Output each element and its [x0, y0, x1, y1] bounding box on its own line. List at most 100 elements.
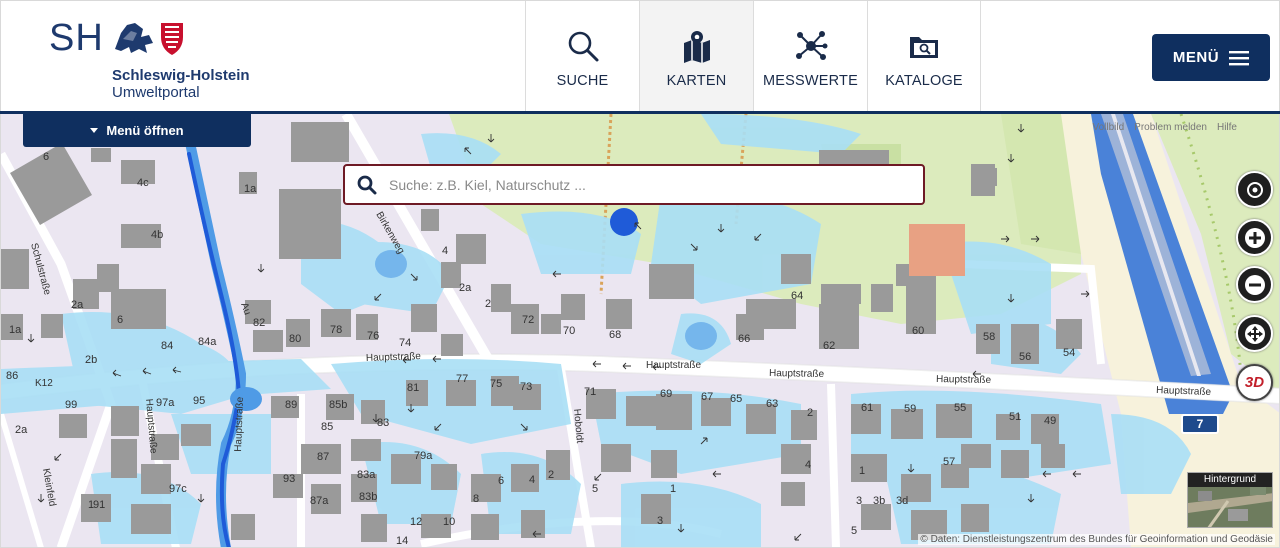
- house-number: 4: [442, 245, 448, 257]
- house-number: 51: [1009, 411, 1021, 423]
- house-number: 4c: [137, 177, 149, 189]
- logo[interactable]: SH Schleswig-Holstein Umweltportal: [49, 17, 259, 103]
- street-label: Hauptstraße: [233, 396, 246, 452]
- open-menu-label: Menü öffnen: [106, 123, 184, 138]
- nav-measurements[interactable]: MESSWERTE: [753, 1, 867, 112]
- house-number: 72: [522, 314, 534, 326]
- nav-search-label: SUCHE: [556, 73, 609, 89]
- house-number: 89: [285, 399, 297, 411]
- road-number-badge: 7: [1181, 414, 1219, 434]
- search-icon: [357, 175, 377, 194]
- house-number: 91: [93, 499, 105, 511]
- attribution: © Daten: Dienstleistungszentrum des Bund…: [918, 534, 1275, 545]
- logo-sh: SH: [49, 17, 104, 59]
- pond-3: [685, 322, 717, 350]
- menu-button-label: MENÜ: [1172, 49, 1220, 66]
- pond-4: [375, 250, 407, 278]
- house-number: 97a: [156, 397, 175, 409]
- site-header: SH Schleswig-Holstein Umweltportal SUCHE: [0, 0, 1280, 112]
- house-number: 2: [485, 298, 491, 310]
- house-number: 97c: [169, 483, 187, 495]
- zoom-out-button[interactable]: [1236, 266, 1273, 303]
- house-number: 81: [407, 382, 419, 394]
- plus-icon: [1244, 227, 1265, 248]
- house-number: 85: [321, 421, 333, 433]
- hamburger-icon: [1229, 50, 1250, 65]
- background-label: Hintergrund: [1188, 473, 1272, 487]
- house-number: 82: [253, 317, 265, 329]
- house-number: 70: [563, 325, 575, 337]
- menu-button[interactable]: MENÜ: [1152, 34, 1270, 81]
- house-number: 66: [738, 333, 750, 345]
- house-number: 2b: [85, 354, 97, 366]
- house-number: 78: [330, 324, 342, 336]
- house-number: 4b: [151, 229, 163, 241]
- house-number: 49: [1044, 415, 1056, 427]
- house-number: 55: [954, 402, 966, 414]
- street-label: Hauptstraße: [936, 374, 992, 386]
- map-top-links: Vollbild Problem melden Hilfe: [1092, 122, 1237, 133]
- fullscreen-link[interactable]: Vollbild: [1092, 122, 1124, 133]
- nav-maps-label: KARTEN: [666, 73, 727, 89]
- map-icon: [683, 31, 710, 63]
- report-problem-link[interactable]: Problem melden: [1134, 122, 1207, 133]
- house-number: 4: [529, 474, 535, 486]
- house-number: 1: [859, 465, 865, 477]
- house-number: 84a: [198, 336, 217, 348]
- background-layer-switcher[interactable]: Hintergrund: [1187, 472, 1273, 528]
- highlighted-building: [909, 224, 965, 276]
- move-icon: [1244, 323, 1265, 344]
- locate-button[interactable]: [1236, 171, 1273, 208]
- logo-subtitle: Umweltportal: [112, 84, 200, 101]
- house-number: 75: [490, 378, 502, 390]
- street-label: K12: [35, 378, 53, 389]
- nav-catalogs[interactable]: KATALOGE: [867, 1, 981, 112]
- search-input[interactable]: [389, 176, 909, 193]
- house-number: 58: [983, 331, 995, 343]
- coat-of-arms-icon: [115, 23, 183, 55]
- house-number: 73: [520, 381, 532, 393]
- house-number: 5: [592, 483, 598, 495]
- search-icon: [568, 31, 598, 62]
- open-menu-button[interactable]: Menü öffnen: [23, 114, 251, 147]
- network-icon: [795, 31, 827, 60]
- house-number: 54: [1063, 347, 1075, 359]
- house-number: 83: [377, 417, 389, 429]
- house-number: 12: [410, 516, 422, 528]
- house-number: 80: [289, 333, 301, 345]
- folder-search-icon: [910, 37, 938, 58]
- street-label: Kleinfeld: [40, 468, 57, 508]
- house-number: 60: [912, 325, 924, 337]
- logo-name: Schleswig-Holstein: [112, 67, 250, 84]
- house-number: 71: [584, 386, 596, 398]
- house-number: 6: [117, 314, 123, 326]
- house-number: 5: [851, 525, 857, 537]
- pan-button[interactable]: [1236, 315, 1273, 352]
- house-number: 99: [65, 399, 77, 411]
- house-number: 2a: [71, 299, 84, 311]
- house-number: 86: [6, 370, 18, 382]
- house-number: 76: [367, 330, 379, 342]
- help-link[interactable]: Hilfe: [1217, 122, 1237, 133]
- 3d-toggle-button[interactable]: 3D: [1236, 364, 1273, 401]
- pond: [610, 208, 638, 236]
- house-number: 83a: [357, 469, 376, 481]
- house-number: 67: [701, 391, 713, 403]
- street-label: Hauptstraße: [1156, 385, 1212, 398]
- nav-catalogs-label: KATALOGE: [885, 73, 963, 89]
- house-number: 85b: [329, 399, 347, 411]
- nav-search[interactable]: SUCHE: [525, 1, 639, 112]
- house-number: 4: [805, 459, 811, 471]
- street-label: Hauptstraße: [366, 351, 422, 364]
- map-viewer[interactable]: Hauptstraße Hauptstraße Hauptstraße Haup…: [0, 114, 1280, 548]
- target-icon: [1246, 181, 1263, 198]
- house-number: 87: [317, 451, 329, 463]
- house-number: 6: [498, 475, 504, 487]
- house-number: 57: [943, 456, 955, 468]
- house-number: 2a: [15, 424, 28, 436]
- zoom-in-button[interactable]: [1236, 219, 1273, 256]
- house-number: 69: [660, 388, 672, 400]
- nav-maps[interactable]: KARTEN: [639, 1, 753, 112]
- house-number: 65: [730, 393, 742, 405]
- house-number: 83b: [359, 491, 377, 503]
